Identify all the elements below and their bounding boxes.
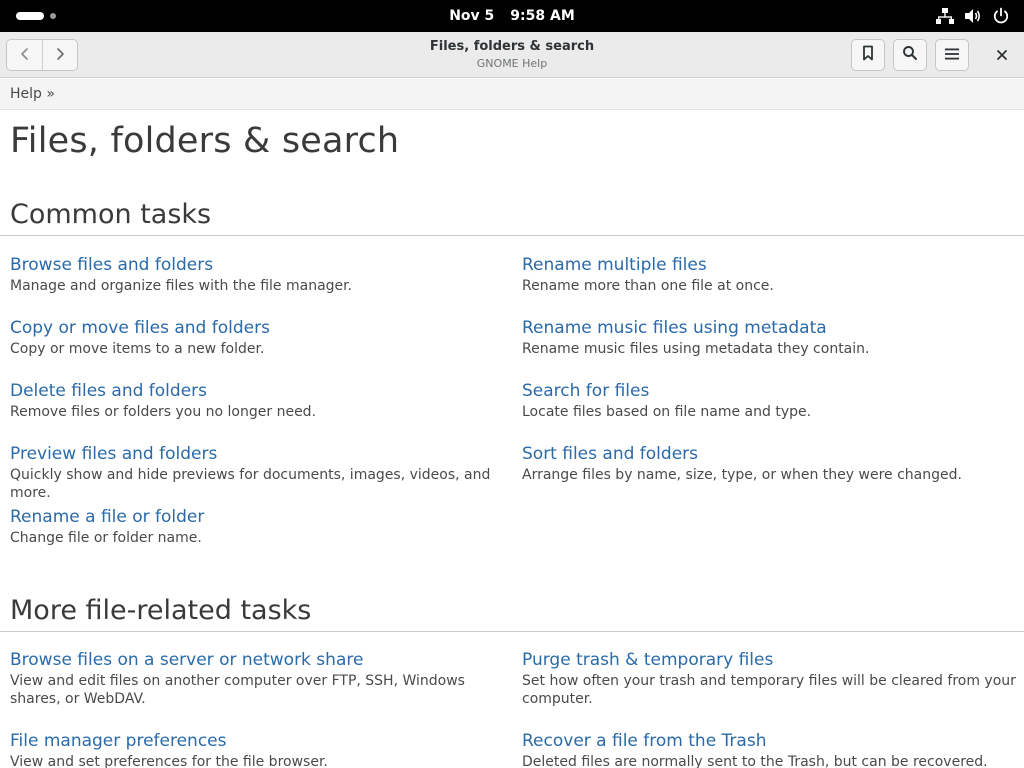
system-tray[interactable] bbox=[936, 6, 1010, 26]
hamburger-menu-icon bbox=[944, 46, 960, 65]
topic-description: Rename music files using metadata they c… bbox=[522, 341, 870, 357]
list-item: Delete files and folders Remove files or… bbox=[10, 380, 510, 421]
workspace-indicator-active bbox=[16, 12, 44, 20]
list-item: Search for files Locate files based on f… bbox=[522, 380, 1022, 421]
topic-link[interactable]: Recover a file from the Trash bbox=[522, 730, 1022, 752]
menu-button[interactable] bbox=[935, 39, 969, 71]
topic-link[interactable]: Purge trash & temporary files bbox=[522, 649, 1022, 671]
bookmark-icon bbox=[861, 45, 875, 65]
topic-link[interactable]: Browse files and folders bbox=[10, 254, 510, 276]
topic-link[interactable]: Copy or move files and folders bbox=[10, 317, 510, 339]
topic-description: Set how often your trash and temporary f… bbox=[522, 673, 1016, 707]
breadcrumb-bar: Help » bbox=[0, 79, 1024, 110]
clock-date[interactable]: Nov 5 bbox=[449, 8, 494, 24]
search-button[interactable] bbox=[893, 39, 927, 71]
close-icon bbox=[996, 46, 1008, 65]
chevron-left-icon bbox=[18, 46, 32, 65]
clock: Nov 5 9:58 AM bbox=[0, 0, 1024, 32]
clock-time[interactable]: 9:58 AM bbox=[510, 8, 574, 24]
list-item: Rename music files using metadata Rename… bbox=[522, 317, 1022, 358]
workspace-indicator bbox=[50, 13, 56, 19]
navigation-buttons bbox=[6, 39, 78, 71]
list-item: Browse files on a server or network shar… bbox=[10, 649, 510, 708]
list-item: Copy or move files and folders Copy or m… bbox=[10, 317, 510, 358]
topic-link[interactable]: File manager preferences bbox=[10, 730, 510, 752]
bookmark-button[interactable] bbox=[851, 39, 885, 71]
topic-description: Arrange files by name, size, type, or wh… bbox=[522, 467, 962, 483]
header-bar: Files, folders & search GNOME Help bbox=[0, 32, 1024, 78]
topic-description: Remove files or folders you no longer ne… bbox=[10, 404, 317, 420]
topic-link[interactable]: Rename music files using metadata bbox=[522, 317, 1022, 339]
topic-link[interactable]: Rename multiple files bbox=[522, 254, 1022, 276]
list-item: Sort files and folders Arrange files by … bbox=[522, 443, 1022, 484]
forward-button[interactable] bbox=[42, 40, 77, 70]
topic-description: View and edit files on another computer … bbox=[10, 673, 465, 707]
power-icon[interactable] bbox=[992, 7, 1010, 25]
topic-description: View and set preferences for the file br… bbox=[10, 754, 328, 768]
topic-description: Quickly show and hide previews for docum… bbox=[10, 467, 491, 501]
topic-description: Copy or move items to a new folder. bbox=[10, 341, 265, 357]
search-icon bbox=[902, 45, 918, 65]
list-item: Recover a file from the Trash Deleted fi… bbox=[522, 730, 1022, 768]
close-button[interactable] bbox=[986, 39, 1018, 71]
section-title-more-file-tasks: More file-related tasks bbox=[10, 595, 312, 626]
topic-link[interactable]: Search for files bbox=[522, 380, 1022, 402]
network-icon[interactable] bbox=[936, 7, 954, 25]
section-title-common-tasks: Common tasks bbox=[10, 199, 212, 230]
topic-description: Deleted files are normally sent to the T… bbox=[522, 754, 988, 768]
section-divider bbox=[0, 631, 1024, 632]
list-item: Rename a file or folder Change file or f… bbox=[10, 506, 510, 547]
topic-description: Rename more than one file at once. bbox=[522, 278, 774, 294]
section-divider bbox=[0, 235, 1024, 236]
topic-description: Locate files based on file name and type… bbox=[522, 404, 812, 420]
topic-description: Manage and organize files with the file … bbox=[10, 278, 353, 294]
system-top-bar: Nov 5 9:58 AM bbox=[0, 0, 1024, 32]
breadcrumb[interactable]: Help » bbox=[10, 86, 55, 102]
list-item: Preview files and folders Quickly show a… bbox=[10, 443, 510, 502]
topic-link[interactable]: Sort files and folders bbox=[522, 443, 1022, 465]
topic-link[interactable]: Delete files and folders bbox=[10, 380, 510, 402]
back-button[interactable] bbox=[7, 40, 42, 70]
topic-link[interactable]: Rename a file or folder bbox=[10, 506, 510, 528]
page-title: Files, folders & search bbox=[10, 121, 400, 161]
list-item: Purge trash & temporary files Set how of… bbox=[522, 649, 1022, 708]
topic-link[interactable]: Preview files and folders bbox=[10, 443, 510, 465]
activities-button[interactable] bbox=[16, 11, 56, 21]
list-item: File manager preferences View and set pr… bbox=[10, 730, 510, 768]
topic-description: Change file or folder name. bbox=[10, 530, 202, 546]
list-item: Rename multiple files Rename more than o… bbox=[522, 254, 1022, 295]
topic-link[interactable]: Browse files on a server or network shar… bbox=[10, 649, 510, 671]
list-item: Browse files and folders Manage and orga… bbox=[10, 254, 510, 295]
chevron-right-icon bbox=[53, 46, 67, 65]
volume-icon[interactable] bbox=[964, 7, 982, 25]
